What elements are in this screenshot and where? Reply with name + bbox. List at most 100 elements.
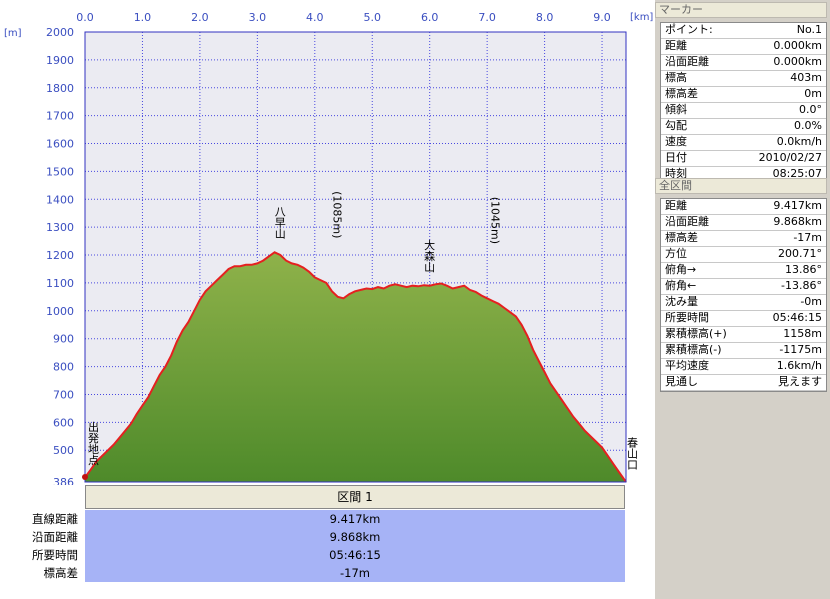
info-row: 累積標高(+) 1158m xyxy=(661,327,826,343)
info-key: 累積標高(-) xyxy=(665,343,722,356)
info-value: 13.86° xyxy=(785,263,822,276)
peak-annotation: (1085m) xyxy=(331,191,344,238)
info-key: 方位 xyxy=(665,247,687,260)
section-header[interactable]: 区間 1 xyxy=(85,485,625,509)
x-tick-label: 6.0 xyxy=(421,11,439,24)
section-row: 標高差 -17m xyxy=(0,564,626,582)
info-value: 0.000km xyxy=(773,39,822,52)
info-value: 1158m xyxy=(783,327,822,340)
info-key: 見通し xyxy=(665,375,698,388)
info-row: 俯角→ 13.86° xyxy=(661,263,826,279)
marker-info-box: ポイント: No.1 距離 0.000km 沿面距離 0.000km 標高 403m 標… xyxy=(660,22,827,184)
info-row: 距離 9.417km xyxy=(661,199,826,215)
info-row: 距離 0.000km xyxy=(661,39,826,55)
section-row: 沿面距離 9.868km xyxy=(0,528,626,546)
info-value: 0.0° xyxy=(799,103,822,116)
info-row: 標高差 -17m xyxy=(661,231,826,247)
info-key: 距離 xyxy=(665,39,687,52)
section-label: 沿面距離 xyxy=(32,530,78,544)
info-key: 標高差 xyxy=(665,231,698,244)
peak-annotation: 出発地点 xyxy=(87,420,100,466)
marker-point[interactable] xyxy=(82,474,88,480)
y-tick-label: 1300 xyxy=(46,221,74,234)
info-value: 0.0% xyxy=(794,119,822,132)
info-row: 標高差 0m xyxy=(661,87,826,103)
info-key: 傾斜 xyxy=(665,103,687,116)
y-tick-label: 1000 xyxy=(46,305,74,318)
x-unit-label: [km] xyxy=(630,12,653,23)
info-key: 沿面距離 xyxy=(665,55,709,68)
info-value: 0.0km/h xyxy=(776,135,822,148)
section-value: 9.868km xyxy=(85,528,625,546)
info-value: 05:46:15 xyxy=(772,311,822,324)
info-value: 403m xyxy=(790,71,822,84)
y-tick-label: 1400 xyxy=(46,193,74,206)
info-key: 標高差 xyxy=(665,87,698,100)
peak-annotation: 八早山 xyxy=(273,206,286,239)
info-value: 1.6km/h xyxy=(776,359,822,372)
section-label: 直線距離 xyxy=(32,512,78,526)
x-tick-label: 0.0 xyxy=(76,11,94,24)
x-tick-labels: 0.0 1.0 2.0 3.0 4.0 5.0 6.0 7.0 8.0 9.0 xyxy=(76,11,611,24)
x-tick-label: 7.0 xyxy=(478,11,496,24)
y-tick-label: 1200 xyxy=(46,249,74,262)
x-tick-label: 5.0 xyxy=(363,11,381,24)
info-row: 沈み量 -0m xyxy=(661,295,826,311)
info-value: 9.868km xyxy=(773,215,822,228)
y-tick-label: 600 xyxy=(53,416,74,429)
y-tick-label: 1500 xyxy=(46,165,74,178)
info-value: -17m xyxy=(793,231,822,244)
total-info-box: 距離 9.417km 沿面距離 9.868km 標高差 -17m 方位 200.71° … xyxy=(660,198,827,392)
x-tick-label: 3.0 xyxy=(249,11,267,24)
info-value: -0m xyxy=(800,295,822,308)
info-row: 平均速度 1.6km/h xyxy=(661,359,826,375)
info-value: No.1 xyxy=(796,23,822,36)
info-key: 所要時間 xyxy=(665,311,709,324)
y-tick-label: 1100 xyxy=(46,277,74,290)
y-tick-label: 1600 xyxy=(46,138,74,151)
info-key: 平均速度 xyxy=(665,359,709,372)
section-value: -17m xyxy=(85,564,625,582)
info-value: 0.000km xyxy=(773,55,822,68)
info-row: 日付 2010/02/27 xyxy=(661,151,826,167)
y-tick-label: 800 xyxy=(53,361,74,374)
info-row: ポイント: No.1 xyxy=(661,23,826,39)
info-key: 累積標高(+) xyxy=(665,327,727,340)
info-key: 俯角← xyxy=(665,279,697,292)
info-panel: マーカー ポイント: No.1 距離 0.000km 沿面距離 0.000km 標高 4… xyxy=(655,0,830,599)
section-row: 所要時間 05:46:15 xyxy=(0,546,626,564)
section-label: 所要時間 xyxy=(32,548,78,562)
y-unit-label: [m] xyxy=(4,28,22,39)
x-tick-label: 9.0 xyxy=(593,11,611,24)
elevation-profile-chart: 0.0 1.0 2.0 3.0 4.0 5.0 6.0 7.0 8.0 9.0 2000 1900 1… xyxy=(4,11,653,485)
total-panel-title[interactable]: 全区間 xyxy=(655,178,827,194)
info-key: 標高 xyxy=(665,71,687,84)
info-row: 累積標高(-) -1175m xyxy=(661,343,826,359)
info-row: 方位 200.71° xyxy=(661,247,826,263)
section-value: 05:46:15 xyxy=(85,546,625,564)
info-value: -13.86° xyxy=(781,279,822,292)
y-tick-label: 2000 xyxy=(46,26,74,39)
info-value: 200.71° xyxy=(778,247,822,260)
info-key: 俯角→ xyxy=(665,263,697,276)
y-tick-label: 700 xyxy=(53,388,74,401)
info-row: 勾配 0.0% xyxy=(661,119,826,135)
peak-annotation: 春山口 xyxy=(626,437,639,470)
y-tick-label: 1800 xyxy=(46,82,74,95)
peak-annotation: 大森山 xyxy=(423,238,436,272)
y-tick-label: 500 xyxy=(53,444,74,457)
info-value: 見えます xyxy=(778,375,822,388)
marker-panel-title[interactable]: マーカー xyxy=(655,2,827,18)
info-key: 距離 xyxy=(665,199,687,212)
info-value: 2010/02/27 xyxy=(758,151,822,164)
info-row: 見通し 見えます xyxy=(661,375,826,391)
info-key: 日付 xyxy=(665,151,687,164)
x-tick-label: 8.0 xyxy=(536,11,554,24)
info-key: 勾配 xyxy=(665,119,687,132)
info-row: 速度 0.0km/h xyxy=(661,135,826,151)
info-key: 速度 xyxy=(665,135,687,148)
section-label: 標高差 xyxy=(43,566,79,580)
info-row: 沿面距離 0.000km xyxy=(661,55,826,71)
info-key: 沿面距離 xyxy=(665,215,709,228)
x-tick-label: 1.0 xyxy=(134,11,152,24)
